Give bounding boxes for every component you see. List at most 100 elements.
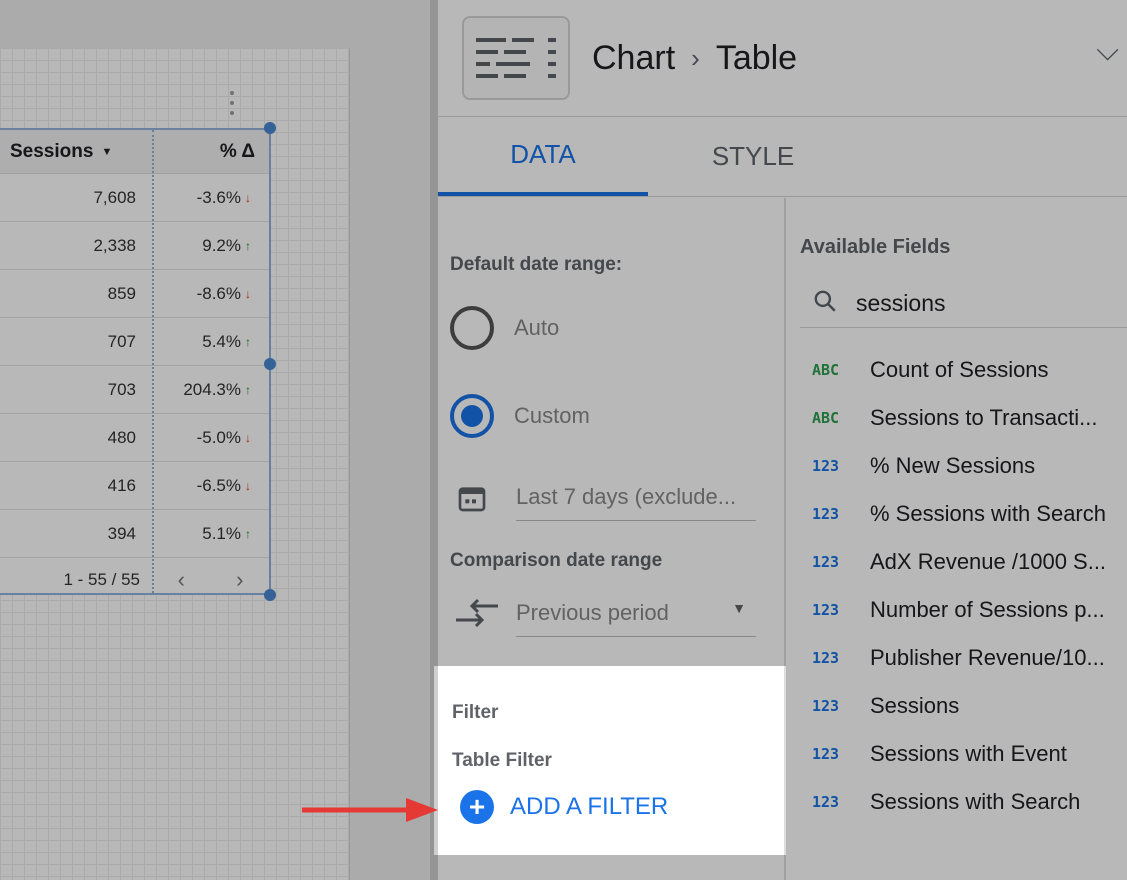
comparison-date-range-label: Comparison date range [450, 550, 663, 571]
cell-delta: -5.0% ↓ [152, 414, 269, 461]
delta-value: 5.1% [202, 523, 241, 543]
table-row: 2,338 9.2% ↑ [0, 222, 269, 270]
cell-sessions: 416 [107, 475, 136, 495]
properties-panel: Chart › Table ⌵ DATA STYLE Default date … [430, 0, 1127, 880]
breadcrumb-table: Table [715, 38, 798, 77]
table-filter-label: Table Filter [452, 750, 552, 771]
arrow-up-icon: ↑ [245, 238, 251, 253]
data-settings-column: Default date range: Auto Custom Last 7 d… [438, 198, 786, 880]
next-page-icon[interactable]: › [236, 567, 243, 593]
field-name: Count of Sessions [870, 357, 1049, 382]
number-type-icon: 123 [812, 505, 840, 523]
arrow-up-icon: ↑ [245, 526, 251, 541]
table-header: Sessions ▼ % Δ [0, 130, 269, 174]
field-search[interactable]: sessions [800, 280, 1127, 328]
more-options-icon[interactable] [228, 91, 236, 115]
text-type-icon: ABC [812, 361, 840, 379]
cell-sessions: 707 [107, 331, 136, 351]
table-pagination: 1 - 55 / 55 ‹ › [0, 558, 269, 602]
custom-date-range-select[interactable]: Last 7 days (exclude... [516, 484, 756, 521]
field-item[interactable]: ABC Sessions to Transacti... [800, 394, 1127, 442]
cell-delta: 204.3% ↑ [152, 366, 269, 413]
cell-sessions: 2,338 [93, 235, 136, 255]
breadcrumb-chart[interactable]: Chart [592, 39, 675, 78]
cell-sessions: 480 [107, 427, 136, 447]
table-row: 7,608 -3.6% ↓ [0, 174, 269, 222]
radio-auto[interactable]: Auto [450, 306, 559, 350]
radio-button-auto[interactable] [450, 306, 494, 350]
delta-value: 9.2% [202, 235, 241, 255]
field-item[interactable]: ABC Count of Sessions [800, 346, 1127, 394]
field-name: % New Sessions [870, 453, 1036, 478]
number-type-icon: 123 [812, 649, 840, 667]
field-item[interactable]: 123 AdX Revenue /1000 S... [800, 538, 1127, 586]
field-item[interactable]: 123 Sessions [800, 682, 1127, 730]
arrow-up-icon: ↑ [245, 334, 251, 349]
resize-handle[interactable] [264, 122, 276, 134]
radio-custom[interactable]: Custom [450, 394, 590, 438]
field-item[interactable]: 123 Sessions with Search [800, 778, 1127, 826]
number-type-icon: 123 [812, 697, 840, 715]
delta-value: -3.6% [196, 187, 241, 207]
search-icon [800, 288, 856, 319]
chevron-down-icon[interactable]: ⌵ [1096, 34, 1119, 68]
available-fields-title: Available Fields [800, 236, 951, 258]
table-row: 416 -6.5% ↓ [0, 462, 269, 510]
field-item[interactable]: 123 Publisher Revenue/10... [800, 634, 1127, 682]
field-name: Publisher Revenue/10... [870, 645, 1105, 670]
table-body: 7,608 -3.6% ↓ 2,338 9.2% ↑ 859 -8.6% ↓ 707 5.4% ↑ 70… [0, 174, 269, 558]
table-row: 394 5.1% ↑ [0, 510, 269, 558]
number-type-icon: 123 [812, 553, 840, 571]
tab-style[interactable]: STYLE [648, 117, 858, 196]
field-name: Sessions [870, 693, 960, 718]
comparison-date-range-select[interactable]: Previous period ▼ [516, 600, 756, 637]
delta-value: 204.3% [183, 379, 241, 399]
table-row: 859 -8.6% ↓ [0, 270, 269, 318]
add-circle-icon: + [460, 790, 494, 824]
field-name: AdX Revenue /1000 S... [870, 549, 1107, 574]
delta-value: 5.4% [202, 331, 241, 351]
column-header-sessions[interactable]: Sessions ▼ [0, 130, 152, 173]
field-name: Sessions to Transacti... [870, 405, 1098, 430]
field-item[interactable]: 123 % New Sessions [800, 442, 1127, 490]
field-item[interactable]: 123 Sessions with Event [800, 730, 1127, 778]
field-search-input[interactable]: sessions [856, 290, 945, 317]
field-name: % Sessions with Search [870, 501, 1106, 526]
table-chart-icon[interactable] [462, 16, 570, 100]
resize-handle[interactable] [264, 589, 276, 601]
available-fields-panel: Available Fields sessions ABC Count of Se… [786, 198, 1127, 880]
filter-label: Filter [452, 702, 499, 723]
arrow-down-icon: ↓ [245, 430, 251, 445]
radio-button-custom[interactable] [450, 394, 494, 438]
add-filter-button[interactable]: + ADD A FILTER [460, 790, 668, 824]
calendar-icon [456, 482, 488, 519]
field-item[interactable]: 123 Number of Sessions p... [800, 586, 1127, 634]
column-header-delta[interactable]: % Δ [152, 130, 269, 173]
breadcrumb-separator-icon: › [691, 42, 700, 73]
field-item[interactable]: 123 % Sessions with Search [800, 490, 1127, 538]
cell-delta: -3.6% ↓ [152, 174, 269, 221]
tab-data[interactable]: DATA [438, 117, 648, 196]
field-list: ABC Count of Sessions ABC Sessions to Trans… [800, 346, 1127, 826]
resize-handle[interactable] [264, 358, 276, 370]
panel-tabs: DATA STYLE [438, 117, 1127, 197]
delta-value: -5.0% [196, 427, 241, 447]
arrow-down-icon: ↓ [245, 478, 251, 493]
number-type-icon: 123 [812, 457, 840, 475]
table-chart[interactable]: Sessions ▼ % Δ 7,608 -3.6% ↓ 2,338 9.2% ↑ 859-… [0, 128, 271, 595]
arrow-down-icon: ↓ [245, 286, 251, 301]
pagination-info: 1 - 55 / 55 [63, 570, 140, 589]
breadcrumb: Chart › Table [592, 39, 797, 78]
radio-custom-label: Custom [514, 403, 590, 428]
number-type-icon: 123 [812, 793, 840, 811]
cell-delta: -6.5% ↓ [152, 462, 269, 509]
prev-page-icon[interactable]: ‹ [178, 567, 185, 593]
column-header-label: Sessions [10, 140, 94, 162]
arrow-up-icon: ↑ [245, 382, 251, 397]
sort-desc-icon: ▼ [101, 145, 113, 158]
arrow-down-icon: ↓ [245, 190, 251, 205]
number-type-icon: 123 [812, 745, 840, 763]
column-divider [152, 130, 154, 593]
cell-delta: -8.6% ↓ [152, 270, 269, 317]
delta-value: -8.6% [196, 283, 241, 303]
